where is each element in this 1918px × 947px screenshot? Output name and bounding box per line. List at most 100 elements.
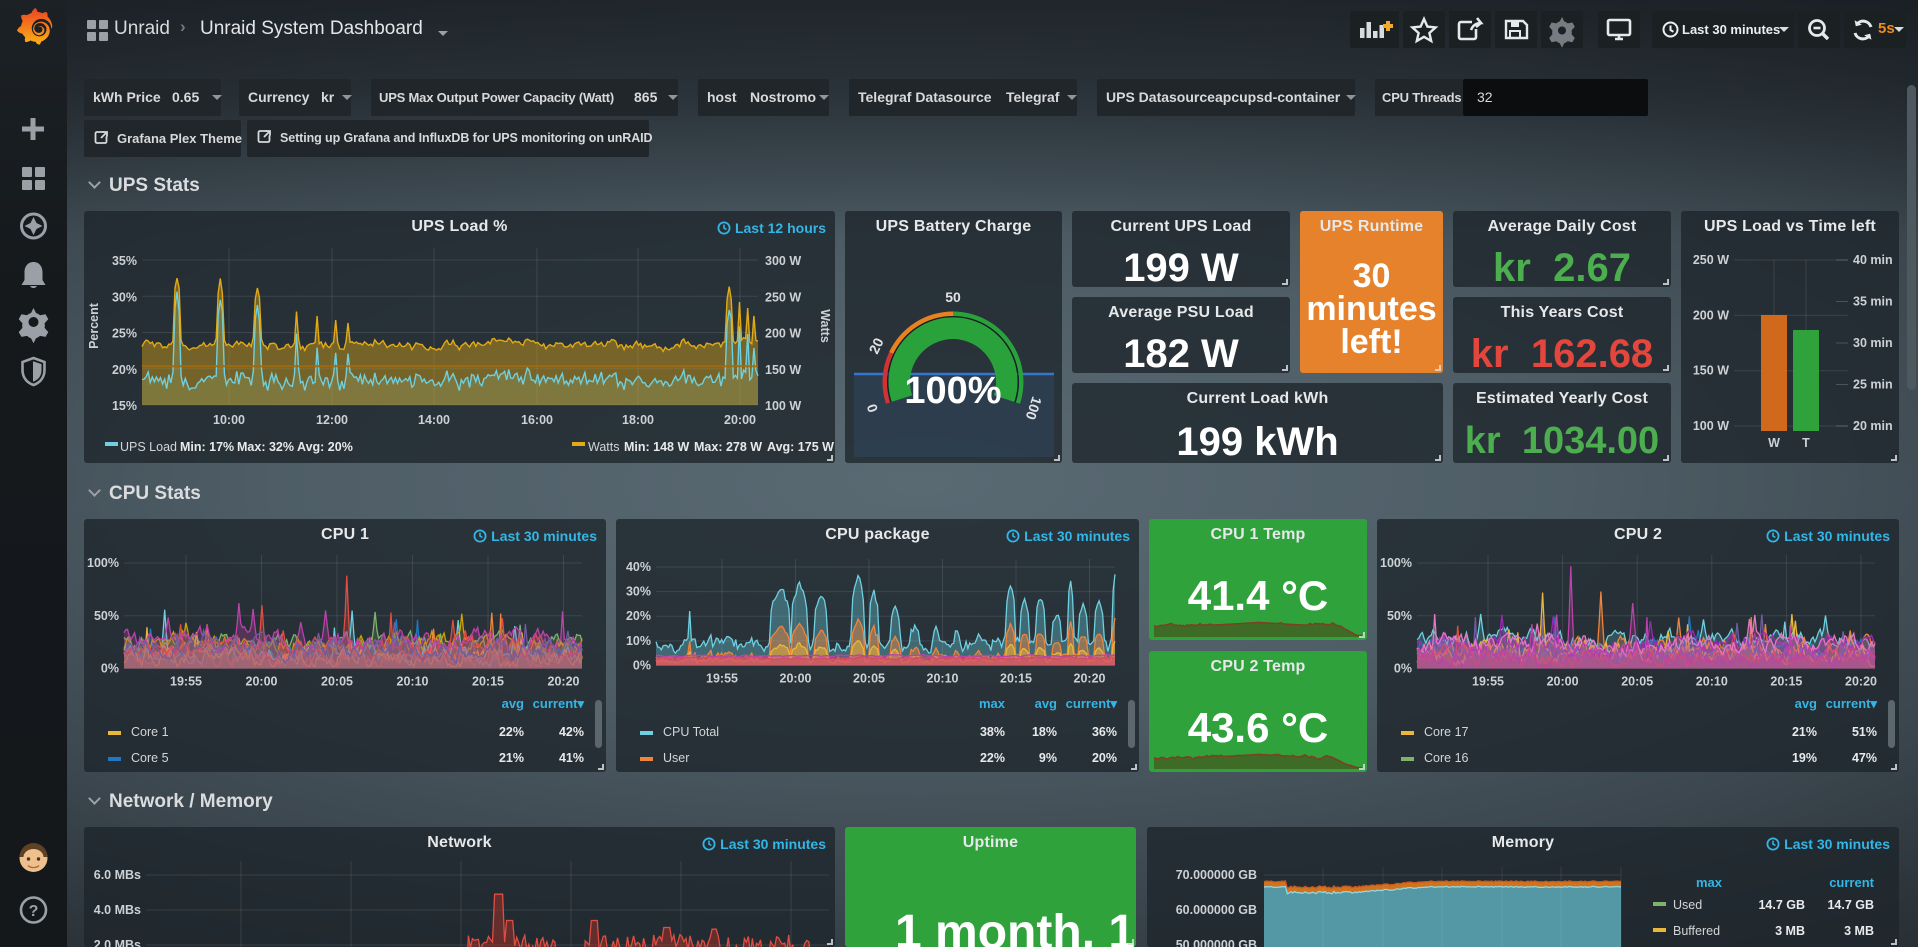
svg-text:10:00: 10:00	[213, 413, 245, 427]
svg-text:20:15: 20:15	[1770, 675, 1802, 689]
svg-text:18%: 18%	[1032, 725, 1057, 739]
svg-text:30%: 30%	[112, 290, 137, 304]
svg-text:25 min: 25 min	[1853, 378, 1893, 392]
svg-text:35%: 35%	[112, 254, 137, 268]
svg-text:3 MB: 3 MB	[1844, 924, 1874, 938]
svg-text:3 MB: 3 MB	[1775, 924, 1805, 938]
svg-text:4.0 MBs: 4.0 MBs	[94, 903, 141, 917]
svg-text:max: max	[1696, 875, 1723, 890]
svg-text:100%: 100%	[87, 556, 119, 570]
svg-text:Max: 32%: Max: 32%	[237, 440, 294, 454]
svg-text:100%: 100%	[1380, 556, 1412, 570]
svg-text:20%: 20%	[1092, 751, 1117, 765]
svg-text:51%: 51%	[1852, 725, 1877, 739]
svg-text:Avg: 175 W: Avg: 175 W	[767, 440, 834, 454]
svg-text:22%: 22%	[980, 751, 1005, 765]
svg-text:60.000000 GB: 60.000000 GB	[1176, 903, 1257, 917]
svg-text:avg: avg	[1795, 696, 1817, 711]
svg-text:20:05: 20:05	[1621, 675, 1653, 689]
svg-text:20:15: 20:15	[472, 675, 504, 689]
svg-text:30%: 30%	[626, 585, 651, 599]
svg-text:Avg: 20%: Avg: 20%	[297, 440, 353, 454]
svg-text:Percent: Percent	[87, 302, 101, 349]
svg-text:CPU Total: CPU Total	[663, 725, 719, 739]
svg-text:40%: 40%	[626, 560, 651, 574]
svg-text:20:05: 20:05	[321, 675, 353, 689]
svg-text:6.0 MBs: 6.0 MBs	[94, 868, 141, 882]
svg-text:14.7 GB: 14.7 GB	[1758, 898, 1805, 912]
svg-text:0%: 0%	[1394, 662, 1412, 676]
svg-text:50.000000 GB: 50.000000 GB	[1176, 938, 1257, 947]
svg-text:?: ?	[29, 903, 39, 920]
svg-text:UPS Load: UPS Load	[120, 440, 177, 454]
svg-text:19:55: 19:55	[1472, 675, 1504, 689]
svg-text:12:00: 12:00	[316, 413, 348, 427]
svg-text:20:10: 20:10	[1696, 675, 1728, 689]
svg-text:250 W: 250 W	[1693, 253, 1729, 267]
svg-text:100%: 100%	[904, 370, 1001, 412]
svg-text:100 W: 100 W	[765, 399, 801, 413]
svg-text:41%: 41%	[559, 751, 584, 765]
svg-text:current▾: current▾	[1826, 696, 1878, 711]
svg-text:10%: 10%	[626, 634, 651, 648]
svg-text:30 min: 30 min	[1853, 336, 1893, 350]
svg-text:150 W: 150 W	[1693, 364, 1729, 378]
svg-text:200 W: 200 W	[1693, 308, 1729, 322]
svg-text:Buffered: Buffered	[1673, 924, 1720, 938]
svg-text:19:55: 19:55	[170, 675, 202, 689]
svg-text:0%: 0%	[633, 659, 651, 673]
svg-text:2.0 MBs: 2.0 MBs	[94, 938, 141, 947]
svg-text:20:20: 20:20	[548, 675, 580, 689]
svg-text:20:10: 20:10	[397, 675, 429, 689]
svg-text:14:00: 14:00	[418, 413, 450, 427]
svg-text:max: max	[979, 696, 1006, 711]
svg-text:19%: 19%	[1792, 751, 1817, 765]
svg-text:25%: 25%	[112, 327, 137, 341]
svg-text:Watts: Watts	[588, 440, 619, 454]
svg-text:35 min: 35 min	[1853, 295, 1893, 309]
svg-text:20:15: 20:15	[1000, 672, 1032, 686]
svg-text:20%: 20%	[112, 363, 137, 377]
svg-text:20 min: 20 min	[1853, 419, 1893, 433]
svg-text:50: 50	[945, 289, 961, 305]
svg-text:Min: 17%: Min: 17%	[180, 440, 234, 454]
svg-text:Core 1: Core 1	[131, 725, 169, 739]
svg-text:0%: 0%	[101, 662, 119, 676]
svg-text:current▾: current▾	[533, 696, 585, 711]
svg-text:16:00: 16:00	[521, 413, 553, 427]
svg-text:22%: 22%	[499, 725, 524, 739]
svg-text:T: T	[1802, 436, 1810, 450]
svg-text:38%: 38%	[980, 725, 1005, 739]
svg-text:W: W	[1768, 436, 1780, 450]
svg-text:20:10: 20:10	[927, 672, 959, 686]
svg-text:Used: Used	[1673, 898, 1702, 912]
svg-text:20:20: 20:20	[1845, 675, 1877, 689]
svg-text:current▾: current▾	[1066, 696, 1118, 711]
svg-text:current: current	[1829, 875, 1874, 890]
svg-text:21%: 21%	[1792, 725, 1817, 739]
svg-text:User: User	[663, 751, 689, 765]
svg-text:36%: 36%	[1092, 725, 1117, 739]
svg-text:20:00: 20:00	[780, 672, 812, 686]
svg-text:20:00: 20:00	[246, 675, 278, 689]
svg-text:20:00: 20:00	[1547, 675, 1579, 689]
svg-text:avg: avg	[502, 696, 524, 711]
svg-text:70.000000 GB: 70.000000 GB	[1176, 868, 1257, 882]
svg-text:20%: 20%	[626, 609, 651, 623]
svg-text:200 W: 200 W	[765, 327, 801, 341]
svg-text:Watts: Watts	[818, 309, 832, 343]
svg-text:Max: 278 W: Max: 278 W	[694, 440, 762, 454]
svg-text:20: 20	[866, 335, 887, 356]
svg-text:Core 16: Core 16	[1424, 751, 1469, 765]
svg-text:20:05: 20:05	[853, 672, 885, 686]
svg-text:20:00: 20:00	[724, 413, 756, 427]
svg-text:250 W: 250 W	[765, 290, 801, 304]
svg-text:9%: 9%	[1039, 751, 1057, 765]
svg-text:150 W: 150 W	[765, 363, 801, 377]
svg-text:15%: 15%	[112, 399, 137, 413]
svg-text:50%: 50%	[1387, 609, 1412, 623]
svg-text:Min: 148 W: Min: 148 W	[624, 440, 689, 454]
svg-text:42%: 42%	[559, 725, 584, 739]
svg-text:18:00: 18:00	[622, 413, 654, 427]
svg-text:avg: avg	[1035, 696, 1057, 711]
